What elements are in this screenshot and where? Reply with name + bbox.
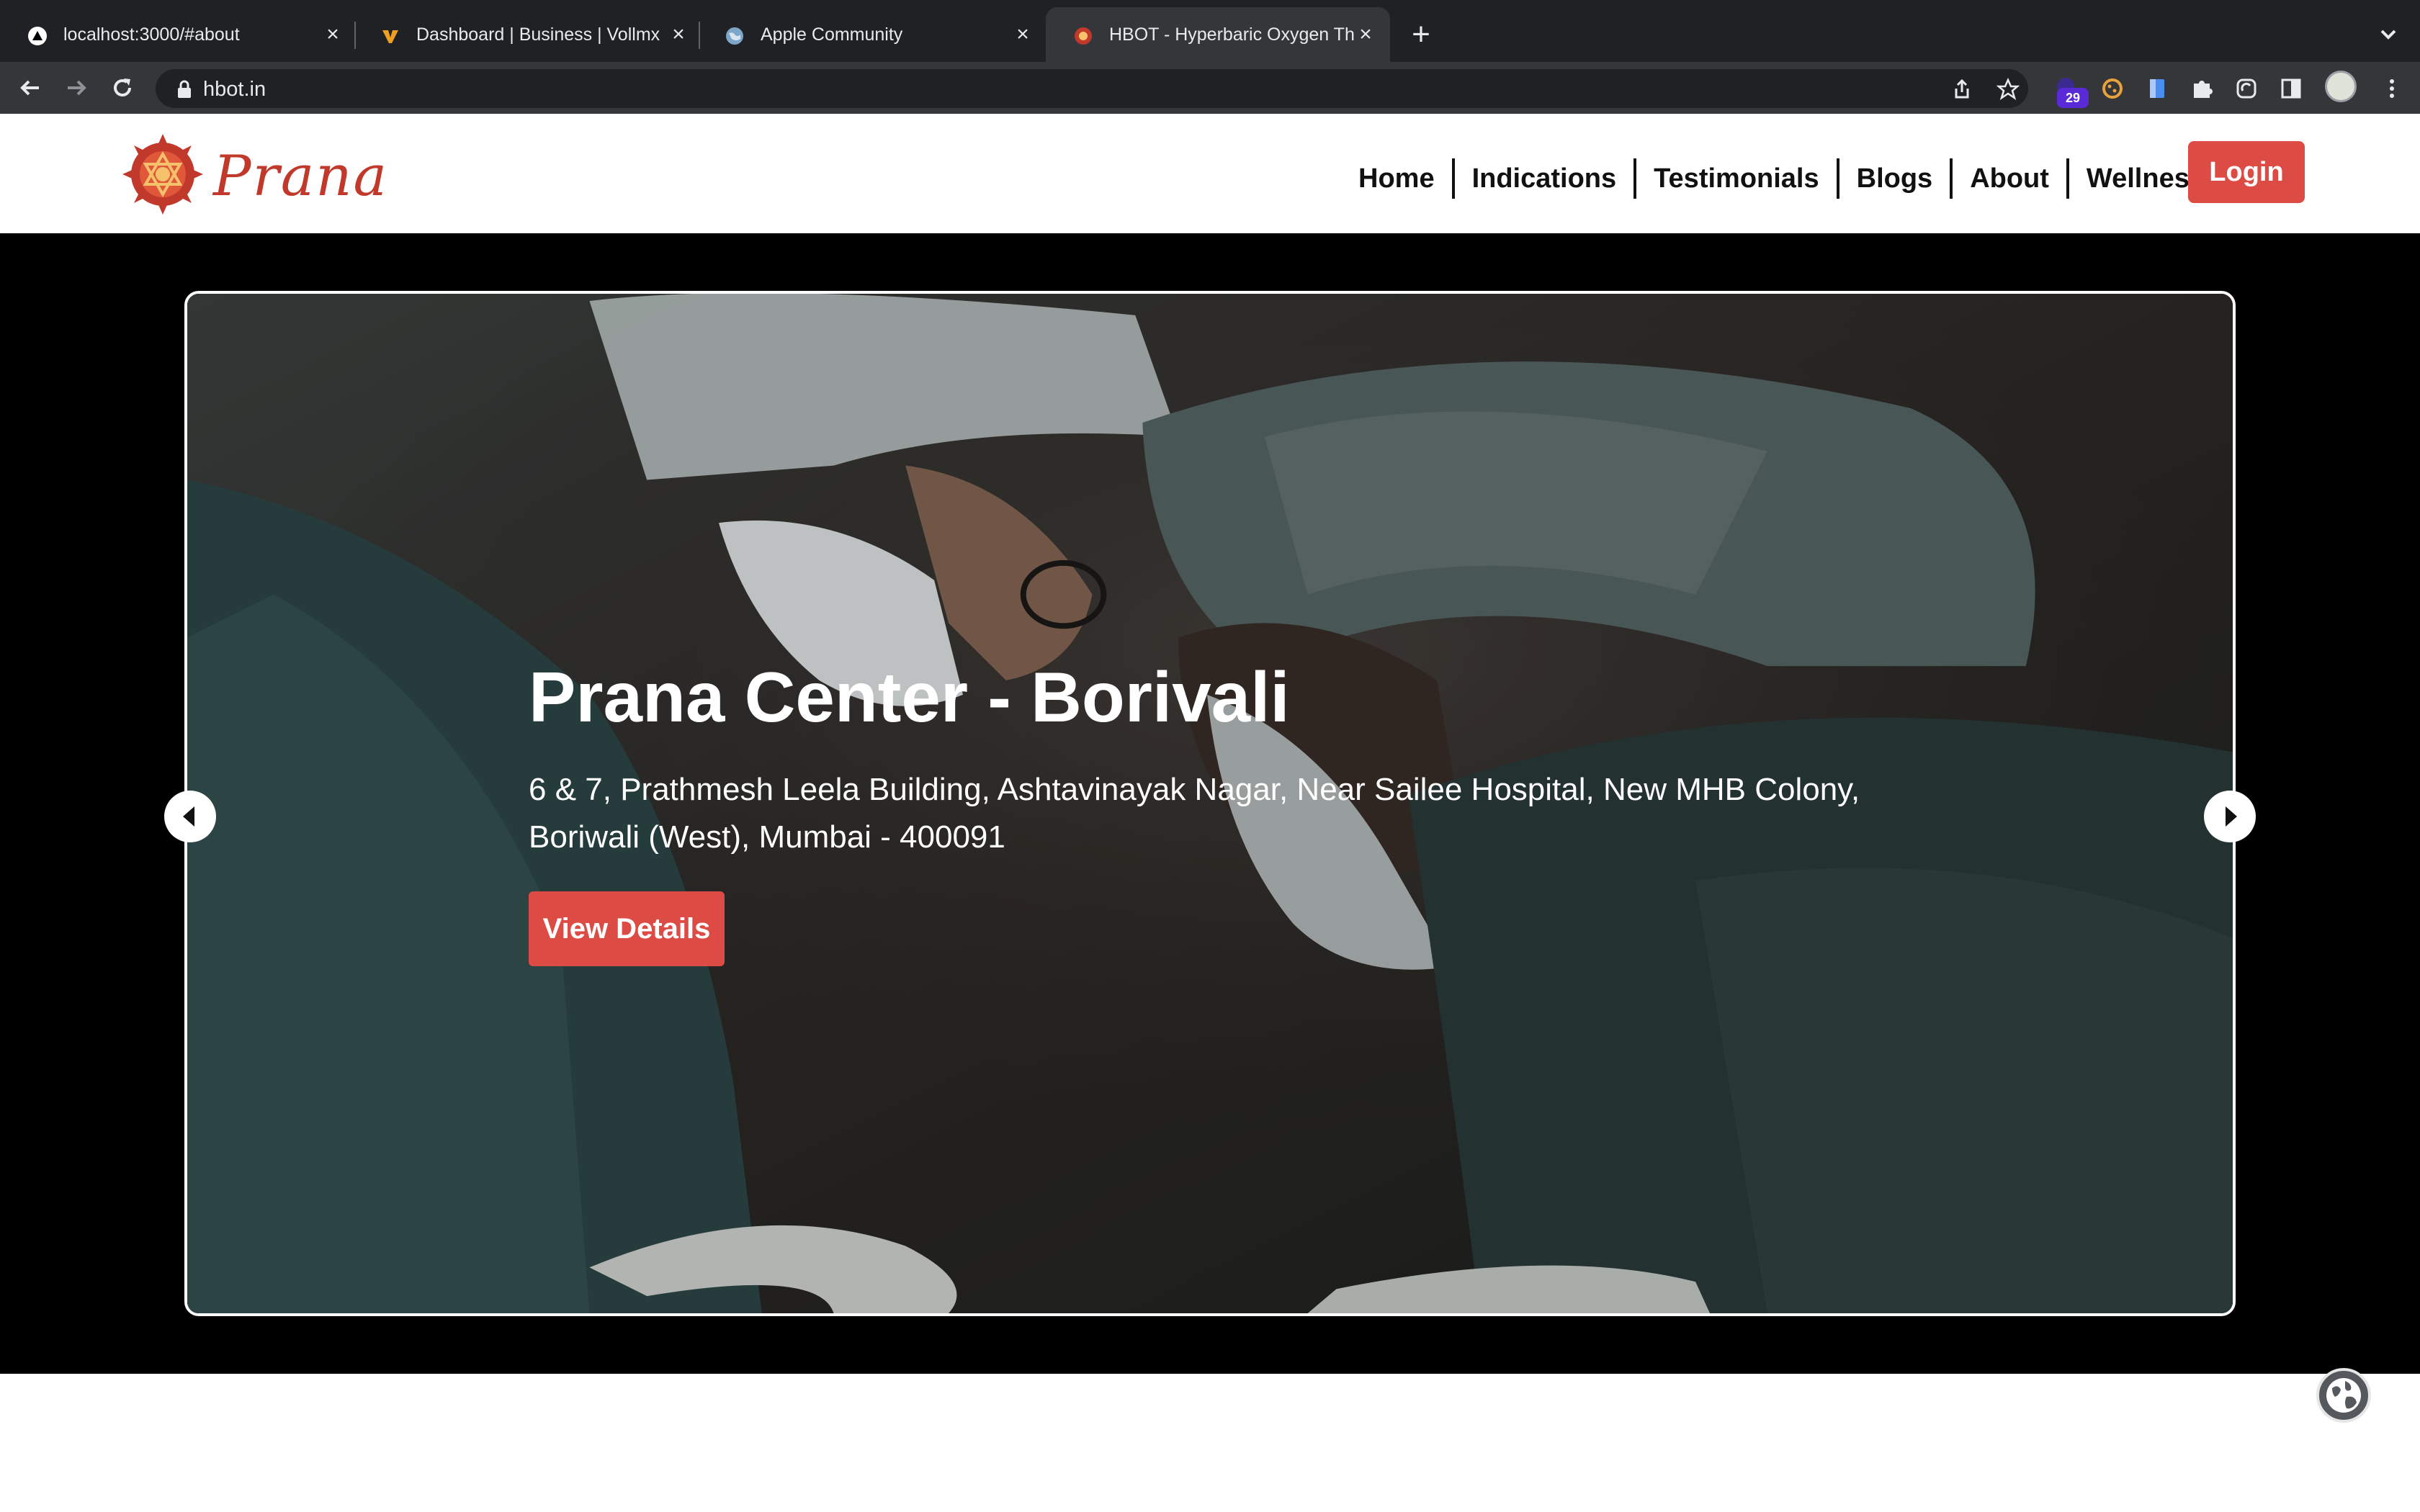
cookie-icon[interactable] [2099,75,2126,102]
hero-address: 6 & 7, Prathmesh Leela Building, Ashtavi… [529,772,1860,855]
carousel-prev-button[interactable] [164,791,216,842]
new-tab-button[interactable]: + [1404,19,1438,52]
back-arrow-icon[interactable] [14,72,46,104]
carousel-next-button[interactable] [2204,791,2256,842]
browser-toolbar: hbot.in [0,62,2420,114]
nav-blogs[interactable]: Blogs [1839,158,1950,199]
tab-title: localhost:3000/#about [63,24,240,45]
bookmark-star-icon[interactable] [1996,77,2020,101]
prana-logo-icon[interactable] [121,132,205,216]
puzzle-icon[interactable] [2188,75,2215,102]
browser-tab-active[interactable]: HBOT - Hyperbaric Oxygen Th × [1046,7,1390,62]
globe-icon [725,26,745,46]
hero-section: Prana Center - Borivali 6 & 7, Prathmesh… [0,233,2420,1374]
main-nav: Home Indications Testimonials Blogs Abou… [1341,158,2222,199]
more-menu-icon[interactable] [2378,75,2406,102]
url-text: hbot.in [203,78,266,101]
close-icon[interactable]: × [1351,20,1380,49]
caret-left-icon [183,806,194,827]
browser-tab[interactable]: localhost:3000/#about × [0,7,353,62]
side-panel-icon[interactable] [2277,75,2305,102]
hero-slide: Prana Center - Borivali 6 & 7, Prathmesh… [184,291,2236,1316]
extension-badge: 29 [2057,88,2089,108]
hero-title: Prana Center - Borivali [529,657,1290,737]
chevron-down-icon[interactable] [2374,20,2403,49]
browser-tab[interactable]: Dashboard | Business | Vollmx × [353,7,699,62]
forward-arrow-icon[interactable] [60,72,92,104]
refresh-extension-icon[interactable] [2233,75,2260,102]
tab-title: Apple Community [761,24,903,45]
nav-indications[interactable]: Indications [1455,158,1634,199]
address-bar[interactable]: hbot.in [156,69,2028,108]
nav-testimonials[interactable]: Testimonials [1636,158,1836,199]
profile-avatar[interactable] [2325,71,2357,102]
browser-tab-bar: localhost:3000/#about × Dashboard | Busi… [0,0,2420,62]
nav-about[interactable]: About [1953,158,2066,199]
login-button[interactable]: Login [2188,141,2305,203]
nav-home[interactable]: Home [1341,158,1452,199]
browser-tab[interactable]: Apple Community × [697,7,1043,62]
caret-right-icon [2226,806,2237,827]
reload-icon[interactable] [107,72,138,104]
prana-logo-icon [1073,26,1093,46]
tab-title: Dashboard | Business | Vollmx [416,24,660,45]
site-header: Prana Home Indications Testimonials Blog… [0,114,2420,233]
language-globe-button[interactable] [2316,1368,2371,1423]
brand-name[interactable]: Prana [213,144,388,209]
close-icon[interactable]: × [318,20,347,49]
close-icon[interactable]: × [664,20,693,49]
view-details-button[interactable]: View Details [529,891,725,966]
lock-icon [176,80,193,99]
globe-icon [2326,1378,2361,1413]
close-icon[interactable]: × [1008,20,1037,49]
tab-title: HBOT - Hyperbaric Oxygen Th [1109,24,1354,45]
triangle-icon [27,26,48,46]
share-icon[interactable] [1950,78,1973,101]
v-logo-icon [380,26,400,46]
document-extension-icon[interactable] [2143,75,2171,102]
